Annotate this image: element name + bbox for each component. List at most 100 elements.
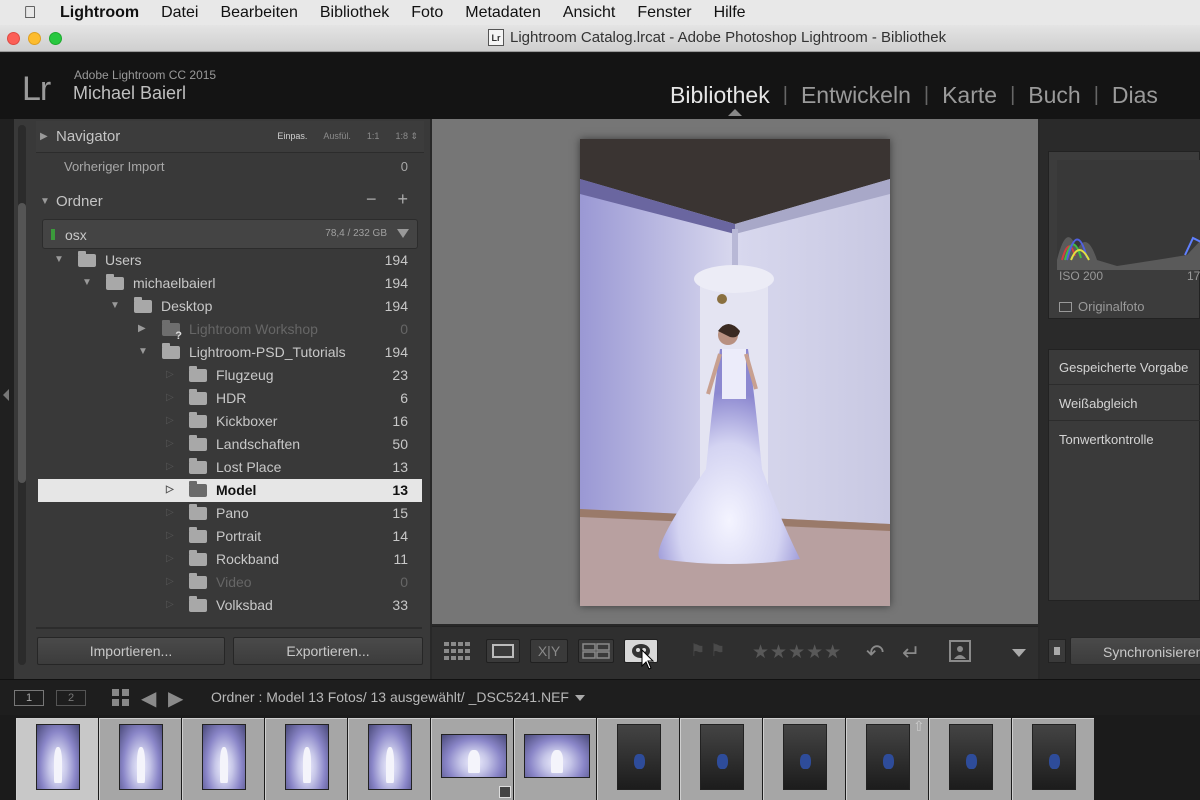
auto-sync-switch[interactable] <box>1048 639 1066 663</box>
filmstrip-cell[interactable] <box>182 718 264 800</box>
volume-bar[interactable]: osx 78,4 / 232 GB <box>42 219 418 249</box>
expand-triangle-icon[interactable]: ▷ <box>166 438 174 449</box>
photo-thumbnail[interactable] <box>1032 724 1076 790</box>
expand-triangle-icon[interactable]: ▷ <box>166 415 174 426</box>
loupe-view-button[interactable] <box>486 639 520 663</box>
toolbar-options-dropdown-icon[interactable] <box>1012 649 1026 657</box>
photo-thumbnail[interactable] <box>441 734 507 778</box>
collapse-triangle-icon[interactable]: ▼ <box>110 300 120 311</box>
folder-row-kickboxer[interactable]: ▷ Kickboxer 16 <box>38 410 422 433</box>
photo-thumbnail[interactable] <box>617 724 661 790</box>
grid-view-icon[interactable] <box>112 689 129 706</box>
folder-row-flugzeug[interactable]: ▷ Flugzeug 23 <box>38 364 422 387</box>
compare-view-button[interactable]: X|Y <box>530 639 568 663</box>
main-screen-button[interactable]: 1 <box>14 690 44 706</box>
folder-row-michaelbaierl[interactable]: ▼ michaelbaierl 194 <box>38 272 422 295</box>
expand-triangle-icon[interactable]: ▶ <box>138 323 146 334</box>
menu-lightroom[interactable]: Lightroom <box>60 4 139 22</box>
back-arrow-icon[interactable]: ◀ <box>141 686 156 711</box>
expand-triangle-icon[interactable]: ▷ <box>166 461 174 472</box>
folder-row-lightroom-workshop[interactable]: ▶ ? Lightroom Workshop 0 <box>38 318 422 342</box>
filmstrip-cell[interactable] <box>265 718 347 800</box>
photo-thumbnail[interactable] <box>36 724 80 790</box>
photo-thumbnail[interactable] <box>700 724 744 790</box>
menu-metadaten[interactable]: Metadaten <box>465 4 541 22</box>
navigator-header[interactable]: ▶ Navigator Einpas. Ausfül. 1:1 1:8 ⇕ <box>36 121 424 153</box>
folder-add-remove-controls[interactable]: − + <box>366 189 416 210</box>
filmstrip-cell[interactable] <box>348 718 430 800</box>
menu-bibliothek[interactable]: Bibliothek <box>320 4 389 22</box>
filmstrip-cell[interactable] <box>929 718 1011 800</box>
tone-control-row[interactable]: Tonwertkontrolle <box>1059 432 1154 447</box>
module-buch[interactable]: Buch <box>1028 82 1080 109</box>
expand-triangle-icon[interactable]: ▶ <box>36 131 56 142</box>
expand-triangle-icon[interactable]: ▷ <box>166 530 174 541</box>
folder-row-landschaften[interactable]: ▷ Landschaften 50 <box>38 433 422 456</box>
scrollbar-thumb[interactable] <box>18 203 26 483</box>
expand-triangle-icon[interactable]: ▷ <box>166 507 174 518</box>
collapse-triangle-icon[interactable]: ▼ <box>36 196 56 207</box>
expand-triangle-icon[interactable]: ▷ <box>166 484 174 495</box>
import-button[interactable]: Importieren... <box>37 637 225 665</box>
white-balance-row[interactable]: Weißabgleich <box>1059 396 1138 411</box>
zoom-window-button[interactable] <box>49 32 62 45</box>
previous-import-row[interactable]: Vorheriger Import 0 <box>64 159 410 174</box>
photo-thumbnail[interactable] <box>368 724 412 790</box>
export-button[interactable]: Exportieren... <box>233 637 423 665</box>
close-window-button[interactable] <box>7 32 20 45</box>
filmstrip-source-selector[interactable]: Ordner : Model 13 Fotos/ 13 ausgewählt/ … <box>211 689 585 705</box>
folder-row-volksbad[interactable]: ▷ Volksbad 33 <box>38 594 422 617</box>
folders-header[interactable]: ▼ Ordner − + <box>36 185 424 217</box>
photo-thumbnail[interactable] <box>119 724 163 790</box>
photo-thumbnail[interactable] <box>202 724 246 790</box>
volume-collapse-icon[interactable] <box>397 229 409 238</box>
menu-datei[interactable]: Datei <box>161 4 198 22</box>
filmstrip-cell[interactable] <box>16 718 98 800</box>
module-bibliothek[interactable]: Bibliothek <box>670 82 770 109</box>
module-karte[interactable]: Karte <box>942 82 997 109</box>
rotate-right-icon[interactable]: ↵ <box>902 640 920 666</box>
photo-thumbnail[interactable] <box>866 724 910 790</box>
collapse-top-panel-icon[interactable] <box>728 109 742 116</box>
synchronize-button[interactable]: Synchronisieren <box>1070 637 1200 665</box>
filmstrip-cell[interactable] <box>514 718 596 800</box>
expand-triangle-icon[interactable]: ▷ <box>166 599 174 610</box>
module-entwickeln[interactable]: Entwickeln <box>801 82 911 109</box>
zoom-1-1-option[interactable]: 1:1 <box>367 131 380 142</box>
filmstrip-cell[interactable] <box>763 718 845 800</box>
folder-row-hdr[interactable]: ▷ HDR 6 <box>38 387 422 410</box>
menu-hilfe[interactable]: Hilfe <box>714 4 746 22</box>
filmstrip-cell[interactable] <box>680 718 762 800</box>
zoom-fit-option[interactable]: Einpas. <box>277 131 307 142</box>
left-panel-scrollbar[interactable] <box>18 125 26 665</box>
saved-preset-row[interactable]: Gespeicherte Vorgabe <box>1059 360 1188 375</box>
original-photo-toggle[interactable]: Originalfoto <box>1059 299 1144 314</box>
original-photo-checkbox-icon[interactable] <box>1059 301 1072 312</box>
expand-triangle-icon[interactable]: ▷ <box>166 576 174 587</box>
folder-row-lost-place[interactable]: ▷ Lost Place 13 <box>38 456 422 479</box>
main-photo[interactable] <box>580 139 890 606</box>
photo-thumbnail[interactable] <box>285 724 329 790</box>
menu-bearbeiten[interactable]: Bearbeiten <box>220 4 297 22</box>
folder-row-video[interactable]: ▷ Video 0 <box>38 571 422 594</box>
grid-view-button[interactable] <box>442 639 476 668</box>
minimize-window-button[interactable] <box>28 32 41 45</box>
photo-thumbnail[interactable] <box>783 724 827 790</box>
menu-fenster[interactable]: Fenster <box>637 4 691 22</box>
zoom-fill-option[interactable]: Ausfül. <box>323 131 351 142</box>
left-panel-edge[interactable] <box>0 119 14 679</box>
photo-thumbnail[interactable] <box>524 734 590 778</box>
survey-view-button[interactable] <box>578 639 614 663</box>
folder-row-portrait[interactable]: ▷ Portrait 14 <box>38 525 422 548</box>
flag-icons[interactable]: ⚑ ⚑ <box>690 641 725 661</box>
folder-row-desktop[interactable]: ▼ Desktop 194 <box>38 295 422 318</box>
folder-row-model-selected[interactable]: ▷ Model 13 <box>38 479 422 502</box>
rating-stars[interactable]: ★★★★★ <box>752 641 842 664</box>
folder-row-pano[interactable]: ▷ Pano 15 <box>38 502 422 525</box>
expand-triangle-icon[interactable]: ▷ <box>166 392 174 403</box>
folder-row-rockband[interactable]: ▷ Rockband 11 <box>38 548 422 571</box>
rotate-left-icon[interactable]: ↶ <box>866 640 884 666</box>
filmstrip-cell[interactable] <box>1012 718 1094 800</box>
forward-arrow-icon[interactable]: ▶ <box>168 686 183 711</box>
filmstrip-cell[interactable] <box>99 718 181 800</box>
